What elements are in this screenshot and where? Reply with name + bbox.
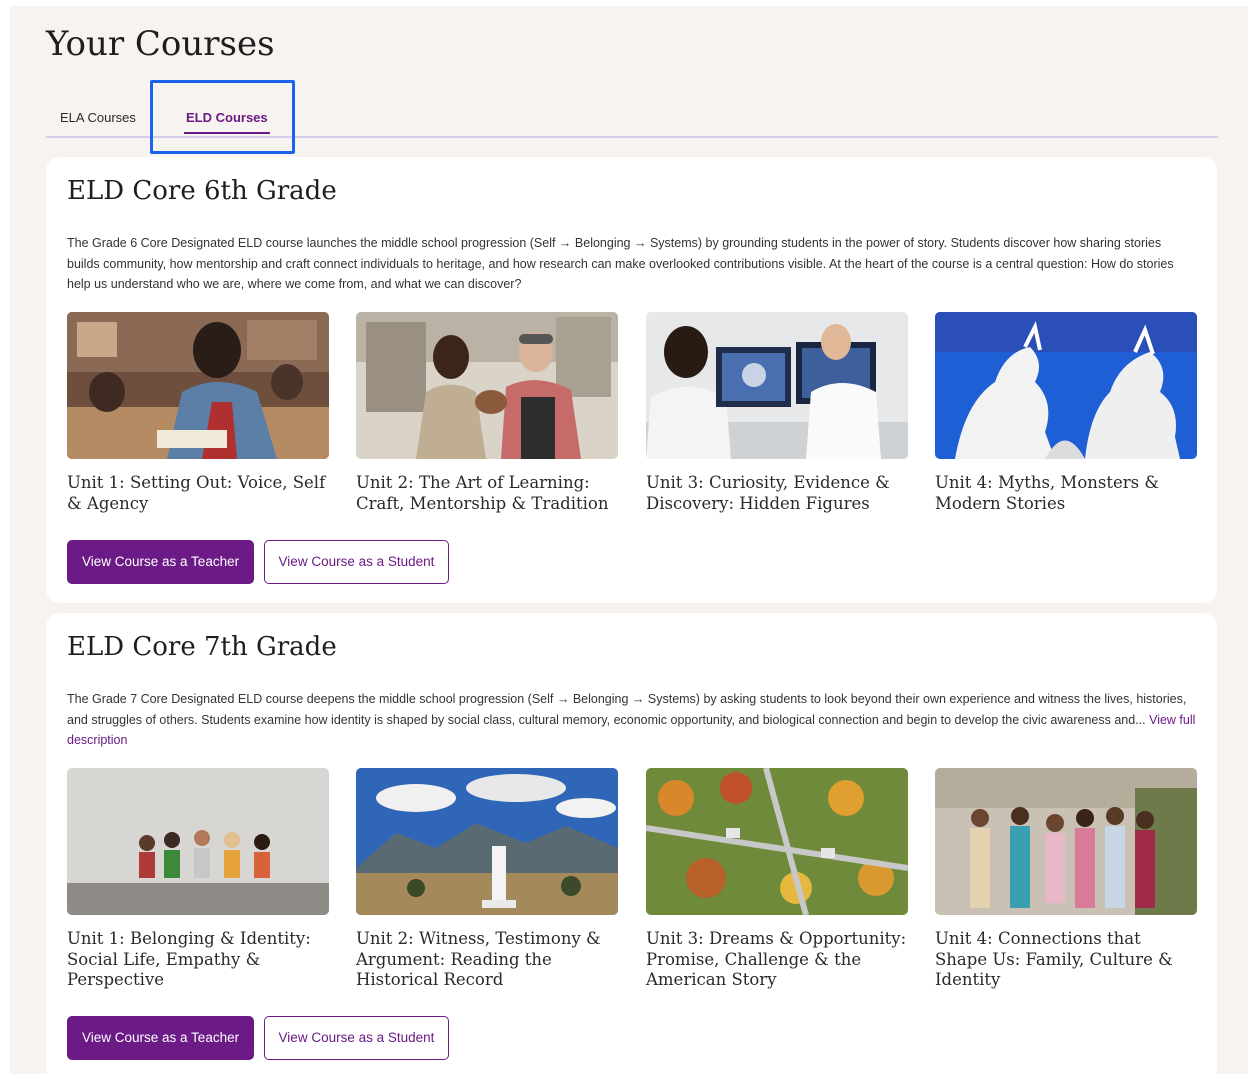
course-description: The Grade 6 Core Designated ELD course l… [67, 233, 1197, 295]
tab-ela-courses[interactable]: ELA Courses [60, 110, 136, 125]
course-card-7th-grade: ELD Core 7th Grade The Grade 7 Core Desi… [46, 613, 1217, 1083]
unit-image-craft-mentorship [356, 312, 618, 459]
page-title: Your Courses [46, 24, 275, 64]
unit-list: Unit 1: Belonging & Identity: Social Lif… [67, 768, 1198, 989]
unit-title: Unit 4: Myths, Monsters & Modern Stories [935, 473, 1160, 513]
unit-image-teens-sitting [67, 768, 329, 915]
unit-card[interactable]: Unit 2: The Art of Learning: Craft, Ment… [356, 312, 618, 514]
course-description: The Grade 7 Core Designated ELD course d… [67, 689, 1197, 751]
unit-card[interactable]: Unit 1: Setting Out: Voice, Self & Agenc… [67, 312, 329, 514]
unit-image-scientists-computer [646, 312, 908, 459]
unit-card[interactable]: Unit 1: Belonging & Identity: Social Lif… [67, 768, 329, 991]
unit-list: Unit 1: Setting Out: Voice, Self & Agenc… [67, 312, 1198, 517]
unit-title: Unit 2: Witness, Testimony & Argument: R… [356, 929, 601, 989]
unit-title: Unit 1: Belonging & Identity: Social Lif… [67, 929, 311, 989]
view-as-teacher-button[interactable]: View Course as a Teacher [67, 1016, 255, 1060]
unit-card[interactable]: Unit 4: Connections that Shape Us: Famil… [935, 768, 1197, 991]
unit-title: Unit 4: Connections that Shape Us: Famil… [935, 929, 1173, 989]
view-as-teacher-button[interactable]: View Course as a Teacher [67, 540, 255, 584]
view-as-student-button[interactable]: View Course as a Student [263, 540, 450, 584]
unit-title: Unit 3: Curiosity, Evidence & Discovery:… [646, 473, 890, 513]
unit-image-dragon-statues [935, 312, 1197, 459]
unit-image-mountain-monument [356, 768, 618, 915]
unit-card[interactable]: Unit 3: Curiosity, Evidence & Discovery:… [646, 312, 908, 514]
course-title: ELD Core 6th Grade [67, 176, 337, 206]
unit-image-student-writing [67, 312, 329, 459]
unit-title: Unit 3: Dreams & Opportunity: Promise, C… [646, 929, 907, 989]
course-description-text: The Grade 6 Core Designated ELD course l… [67, 236, 1174, 291]
view-as-student-button[interactable]: View Course as a Student [263, 1016, 450, 1060]
unit-card[interactable]: Unit 4: Myths, Monsters & Modern Stories [935, 312, 1197, 514]
course-description-text: The Grade 7 Core Designated ELD course d… [67, 692, 1187, 727]
unit-title: Unit 2: The Art of Learning: Craft, Ment… [356, 473, 609, 513]
unit-image-aerial-neighborhood [646, 768, 908, 915]
unit-card[interactable]: Unit 3: Dreams & Opportunity: Promise, C… [646, 768, 908, 991]
unit-title: Unit 1: Setting Out: Voice, Self & Agenc… [67, 473, 326, 513]
course-actions: View Course as a Teacher View Course as … [67, 1016, 454, 1060]
course-actions: View Course as a Teacher View Course as … [67, 540, 454, 584]
courses-page: Your Courses ELA Courses ELD Courses ELD… [10, 6, 1248, 1083]
unit-image-family-portrait [935, 768, 1197, 915]
course-card-6th-grade: ELD Core 6th Grade The Grade 6 Core Desi… [46, 157, 1217, 603]
course-title: ELD Core 7th Grade [67, 632, 337, 662]
unit-card[interactable]: Unit 2: Witness, Testimony & Argument: R… [356, 768, 618, 991]
focus-highlight-box [150, 80, 295, 154]
